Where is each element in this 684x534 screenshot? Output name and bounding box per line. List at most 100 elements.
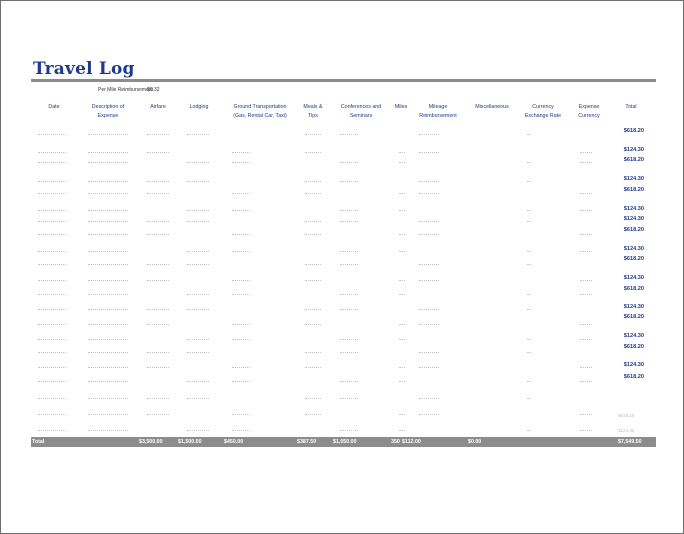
placeholder-mark xyxy=(580,294,592,297)
placeholder-mark xyxy=(340,339,358,342)
placeholder-mark xyxy=(38,210,66,213)
placeholder-mark xyxy=(419,367,439,370)
placeholder-mark xyxy=(305,280,321,283)
placeholder-mark xyxy=(88,352,128,355)
placeholder-mark xyxy=(527,381,531,384)
page-title: Travel Log xyxy=(33,59,135,79)
placeholder-mark xyxy=(419,234,439,237)
placeholder-mark xyxy=(38,339,66,342)
row-total: $124.30 xyxy=(623,147,644,153)
placeholder-mark xyxy=(419,221,439,224)
row-total: $618.20 xyxy=(623,256,644,262)
placeholder-mark xyxy=(340,294,358,297)
placeholder-mark xyxy=(232,152,250,155)
placeholder-mark xyxy=(305,367,321,370)
row-total: $124.30 xyxy=(623,206,644,212)
placeholder-mark xyxy=(187,251,209,254)
total-ground: $450.00 xyxy=(224,439,244,445)
placeholder-mark xyxy=(305,234,321,237)
placeholder-mark xyxy=(88,398,128,401)
placeholder-mark xyxy=(305,414,321,417)
placeholder-mark xyxy=(340,264,358,267)
placeholder-mark xyxy=(419,352,439,355)
placeholder-mark xyxy=(305,152,321,155)
placeholder-mark xyxy=(340,210,358,213)
header-ground-transportation: Ground Transportation (Gas, Rental Car, T… xyxy=(233,104,287,119)
placeholder-mark xyxy=(580,367,592,370)
placeholder-mark xyxy=(527,352,531,355)
placeholder-mark xyxy=(187,221,209,224)
placeholder-mark xyxy=(187,339,209,342)
placeholder-mark xyxy=(38,251,66,254)
placeholder-mark xyxy=(187,381,209,384)
placeholder-mark xyxy=(88,294,128,297)
placeholder-mark xyxy=(232,193,250,196)
placeholder-mark xyxy=(147,398,169,401)
placeholder-mark xyxy=(232,210,250,213)
placeholder-mark xyxy=(527,221,531,224)
row-total: $618.20 xyxy=(623,157,644,163)
placeholder-mark xyxy=(232,251,250,254)
placeholder-mark xyxy=(38,294,66,297)
placeholder-mark xyxy=(232,367,250,370)
placeholder-mark xyxy=(88,234,128,237)
placeholder-mark xyxy=(187,398,209,401)
row-total: $124.30 xyxy=(623,176,644,182)
placeholder-mark xyxy=(147,280,169,283)
placeholder-mark xyxy=(580,251,592,254)
placeholder-mark xyxy=(527,430,531,433)
row-total: $124.30 xyxy=(623,275,644,281)
row-total: $618.20 xyxy=(623,227,644,233)
placeholder-mark xyxy=(580,210,592,213)
placeholder-mark xyxy=(527,294,531,297)
placeholder-mark xyxy=(580,339,592,342)
placeholder-mark xyxy=(38,430,66,433)
placeholder-mark xyxy=(147,309,169,312)
placeholder-mark xyxy=(38,414,66,417)
placeholder-mark xyxy=(147,181,169,184)
totals-label: Total xyxy=(32,439,45,445)
total-miles: 350 xyxy=(391,439,400,445)
placeholder-mark xyxy=(580,414,592,417)
placeholder-mark xyxy=(187,309,209,312)
placeholder-mark xyxy=(305,398,321,401)
placeholder-mark xyxy=(88,339,128,342)
row-total: $618.20 xyxy=(623,187,644,193)
placeholder-mark xyxy=(527,162,531,165)
placeholder-mark xyxy=(580,162,592,165)
placeholder-mark xyxy=(38,280,66,283)
placeholder-mark xyxy=(88,162,128,165)
placeholder-mark xyxy=(88,210,128,213)
total-airfare: $3,500.00 xyxy=(139,439,163,445)
placeholder-mark xyxy=(187,162,209,165)
placeholder-mark xyxy=(88,264,128,267)
placeholder-mark xyxy=(147,367,169,370)
placeholder-mark xyxy=(305,324,321,327)
placeholder-mark xyxy=(187,134,209,137)
placeholder-mark xyxy=(399,162,405,165)
placeholder-mark xyxy=(419,324,439,327)
placeholder-mark xyxy=(527,181,531,184)
row-total: $124.30 xyxy=(623,333,644,339)
placeholder-mark xyxy=(399,251,405,254)
placeholder-mark xyxy=(38,309,66,312)
placeholder-mark xyxy=(147,414,169,417)
total-mileage: $112.00 xyxy=(402,439,421,445)
placeholder-mark xyxy=(399,210,405,213)
placeholder-mark xyxy=(305,181,321,184)
placeholder-mark xyxy=(527,309,531,312)
placeholder-mark xyxy=(38,398,66,401)
header-miles: Miles xyxy=(394,104,408,110)
placeholder-mark xyxy=(340,251,358,254)
placeholder-mark xyxy=(527,264,531,267)
row-total: $618.20 xyxy=(623,344,644,350)
placeholder-mark xyxy=(340,430,358,433)
placeholder-mark xyxy=(88,381,128,384)
placeholder-mark xyxy=(419,193,439,196)
placeholder-mark xyxy=(340,221,358,224)
rate-value[interactable]: $0.32 xyxy=(147,87,160,93)
placeholder-mark xyxy=(187,430,209,433)
placeholder-mark xyxy=(232,294,250,297)
placeholder-mark xyxy=(305,134,321,137)
placeholder-mark xyxy=(399,280,405,283)
